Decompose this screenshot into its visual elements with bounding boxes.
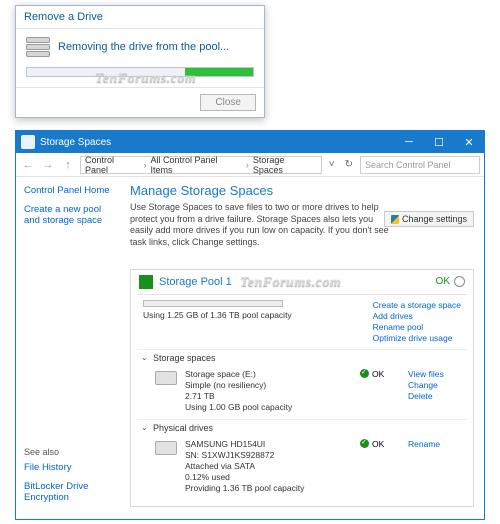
physical-drives-section[interactable]: ⌄ Physical drives bbox=[137, 419, 467, 436]
see-also-label: See also bbox=[24, 447, 134, 457]
capacity-bar bbox=[143, 300, 283, 307]
section-label: Physical drives bbox=[153, 423, 213, 433]
see-also: See also File History BitLocker Drive En… bbox=[24, 447, 134, 511]
page-heading: Manage Storage Spaces bbox=[130, 183, 474, 198]
chevron-down-icon: ⌄ bbox=[141, 353, 149, 362]
view-files-link[interactable]: View files bbox=[408, 369, 463, 379]
space-usage: Using 1.00 GB pool capacity bbox=[185, 402, 352, 413]
dialog-message: Removing the drive from the pool... bbox=[58, 41, 229, 53]
space-size: 2.71 TB bbox=[185, 391, 352, 402]
storage-space-item: Storage space (E:) Simple (no resiliency… bbox=[137, 366, 467, 419]
drive-conn: Attached via SATA bbox=[185, 461, 352, 472]
window-title: Storage Spaces bbox=[40, 137, 111, 148]
drive-providing: Providing 1.36 TB pool capacity bbox=[185, 483, 352, 494]
create-space-link[interactable]: Create a storage space bbox=[373, 300, 461, 310]
refresh-button[interactable]: ↻ bbox=[342, 159, 356, 170]
space-status: OK bbox=[372, 369, 384, 379]
rename-drive-link[interactable]: Rename bbox=[408, 439, 463, 449]
rename-pool-link[interactable]: Rename pool bbox=[373, 322, 461, 332]
drive-sn: SN: S1XWJ1KS928872 bbox=[185, 450, 352, 461]
shield-icon bbox=[391, 215, 399, 224]
chevron-right-icon: › bbox=[246, 160, 249, 170]
back-button[interactable]: ← bbox=[20, 157, 36, 173]
chevron-down-icon: ⌄ bbox=[141, 423, 149, 432]
capacity-text: Using 1.25 GB of 1.36 TB pool capacity bbox=[143, 310, 373, 320]
titlebar[interactable]: Storage Spaces ─ ☐ ✕ bbox=[16, 131, 484, 153]
optimize-link[interactable]: Optimize drive usage bbox=[373, 333, 461, 343]
page-description: Use Storage Spaces to save files to two … bbox=[130, 202, 390, 249]
toolbar: ← → ↑ Control Panel › All Control Panel … bbox=[16, 153, 484, 177]
drive-stack-icon bbox=[26, 37, 50, 57]
ok-icon bbox=[360, 439, 369, 448]
close-button[interactable]: Close bbox=[200, 94, 256, 111]
section-label: Storage spaces bbox=[153, 353, 216, 363]
drive-icon bbox=[155, 441, 177, 455]
bitlocker-link[interactable]: BitLocker Drive Encryption bbox=[24, 481, 134, 503]
drive-status: OK bbox=[372, 439, 384, 449]
space-name: Storage space (E:) bbox=[185, 369, 352, 380]
search-input[interactable]: Search Control Panel bbox=[360, 156, 480, 174]
pool-card: Storage Pool 1 OK Using 1.25 GB of 1.36 … bbox=[130, 269, 474, 507]
remove-drive-dialog: Remove a Drive Removing the drive from t… bbox=[15, 5, 265, 118]
maximize-button[interactable]: ☐ bbox=[424, 131, 454, 153]
ok-icon bbox=[360, 369, 369, 378]
gear-icon[interactable] bbox=[454, 276, 465, 287]
physical-drive-item: SAMSUNG HD154UI SN: S1XWJ1KS928872 Attac… bbox=[137, 436, 467, 500]
storage-spaces-window: Storage Spaces ─ ☐ ✕ ← → ↑ Control Panel… bbox=[15, 130, 485, 520]
file-history-link[interactable]: File History bbox=[24, 462, 134, 473]
change-link[interactable]: Change bbox=[408, 380, 463, 390]
chevron-right-icon: › bbox=[143, 160, 146, 170]
breadcrumb-item[interactable]: Storage Spaces bbox=[253, 155, 317, 175]
change-settings-button[interactable]: Change settings bbox=[384, 211, 474, 227]
sidebar-home[interactable]: Control Panel Home bbox=[24, 185, 118, 196]
storage-spaces-section[interactable]: ⌄ Storage spaces bbox=[137, 349, 467, 366]
app-icon bbox=[21, 135, 35, 149]
drive-icon bbox=[155, 371, 177, 385]
pool-name: Storage Pool 1 bbox=[159, 276, 436, 288]
delete-link[interactable]: Delete bbox=[408, 391, 463, 401]
dialog-title: Remove a Drive bbox=[16, 6, 264, 29]
forward-button[interactable]: → bbox=[40, 157, 56, 173]
breadcrumb-item[interactable]: Control Panel bbox=[85, 155, 139, 175]
change-settings-label: Change settings bbox=[402, 214, 467, 224]
add-drives-link[interactable]: Add drives bbox=[373, 311, 461, 321]
close-window-button[interactable]: ✕ bbox=[454, 131, 484, 153]
progress-fill bbox=[185, 68, 253, 76]
space-resiliency: Simple (no resiliency) bbox=[185, 380, 352, 391]
drive-name: SAMSUNG HD154UI bbox=[185, 439, 352, 450]
pool-status-icon bbox=[139, 275, 153, 289]
pool-header: Storage Pool 1 OK bbox=[137, 270, 467, 295]
search-placeholder: Search Control Panel bbox=[365, 160, 451, 170]
dropdown-button[interactable]: ˅ bbox=[326, 159, 338, 170]
sidebar-create-pool[interactable]: Create a new pool and storage space bbox=[24, 204, 118, 226]
progress-bar bbox=[26, 67, 254, 77]
minimize-button[interactable]: ─ bbox=[394, 131, 424, 153]
main-content: Manage Storage Spaces Use Storage Spaces… bbox=[126, 177, 484, 519]
drive-used: 0.12% used bbox=[185, 472, 352, 483]
dialog-body: Removing the drive from the pool... bbox=[16, 29, 264, 87]
up-button[interactable]: ↑ bbox=[60, 157, 76, 173]
breadcrumb-item[interactable]: All Control Panel Items bbox=[150, 155, 241, 175]
pool-status: OK bbox=[436, 276, 450, 287]
breadcrumb[interactable]: Control Panel › All Control Panel Items … bbox=[80, 156, 322, 174]
